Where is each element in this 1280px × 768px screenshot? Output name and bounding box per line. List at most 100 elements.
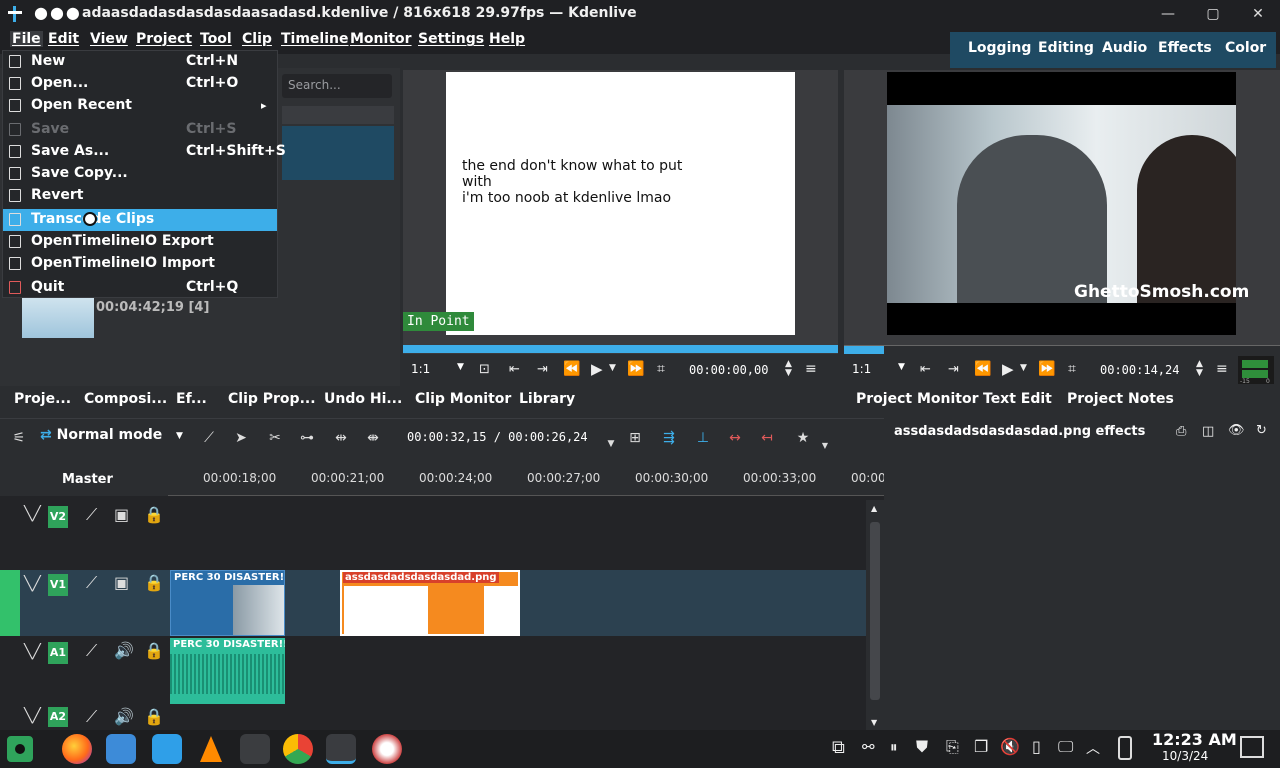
tray-expand-icon[interactable]: ︿ [1086, 738, 1100, 758]
game-icon[interactable] [372, 734, 402, 764]
project-zoom-select[interactable]: 1:1 ▼ [852, 362, 908, 376]
clip-monitor-progress[interactable] [403, 345, 838, 353]
file-menu-save-copy[interactable]: Save Copy... [3, 163, 277, 185]
effect-wand-icon[interactable]: ⟋ [86, 641, 97, 661]
play-menu-chevron-icon[interactable]: ▼ [1020, 363, 1027, 373]
phone-icon[interactable] [1118, 736, 1132, 760]
lock-icon[interactable]: 🔒 [144, 707, 164, 726]
menu-tool[interactable]: Tool [200, 31, 232, 47]
insert-icon[interactable]: ⇶ [658, 428, 680, 448]
tab-effects[interactable]: Ef... [176, 391, 207, 407]
film-icon[interactable]: ▣ [114, 505, 129, 524]
track-label-a1[interactable]: A1 [48, 642, 68, 664]
project-monitor-menu-icon[interactable]: ≡ [1216, 361, 1228, 377]
show-desktop-icon[interactable] [1240, 736, 1264, 758]
track-label-v1[interactable]: V1 [48, 574, 68, 596]
selection-tool-icon[interactable]: ➤ [230, 428, 252, 448]
crop-icon[interactable]: ⌗ [1068, 361, 1076, 377]
menu-edit[interactable]: Edit [48, 31, 79, 47]
collapse-chevron-icon[interactable]: ╲╱ [24, 576, 41, 592]
display-icon[interactable]: 🖵 [1058, 737, 1073, 757]
scroll-thumb[interactable] [870, 522, 880, 700]
shield-icon[interactable]: ⛊ [916, 737, 928, 757]
project-timecode[interactable]: 00:00:14,24 [1100, 363, 1179, 377]
tab-undo-history[interactable]: Undo Hi... [324, 391, 402, 407]
menu-clip[interactable]: Clip [242, 31, 272, 47]
compare-icon[interactable]: ◫ [1202, 424, 1214, 439]
track-settings-icon[interactable]: ⚟ [8, 428, 30, 448]
toolbar-more-chevron-icon[interactable]: ▼ [814, 436, 836, 456]
edit-mode-select[interactable]: ⇄ Normal mode ▼ [40, 427, 188, 447]
clip-timecode[interactable]: 00:00:00,00 [689, 363, 768, 377]
clipboard-icon[interactable]: ⎘ [946, 737, 959, 757]
extract-icon[interactable]: ↔ [724, 428, 746, 448]
clip-monitor-menu-icon[interactable]: ≡ [805, 361, 817, 377]
menu-timeline[interactable]: Timeline [281, 31, 349, 47]
set-out-icon[interactable]: ⇥ [948, 362, 959, 377]
film-icon[interactable]: ▣ [114, 573, 129, 592]
audio-clip[interactable]: PERC 30 DISASTER!!! [170, 638, 285, 704]
lock-icon[interactable]: 🔒 [144, 573, 164, 592]
firefox-icon[interactable] [62, 734, 92, 764]
file-menu-save[interactable]: Save Ctrl+S [3, 119, 277, 141]
set-in-icon[interactable]: ⇤ [509, 362, 520, 377]
close-icon[interactable]: ✕ [1248, 4, 1268, 24]
lock-icon[interactable]: 🔒 [144, 505, 164, 524]
menu-monitor[interactable]: Monitor [350, 31, 412, 47]
timecode-format-chevron-icon[interactable]: ▼ [600, 434, 622, 454]
crop-icon[interactable]: ⌗ [657, 361, 665, 377]
bin-selected-row[interactable] [282, 126, 394, 180]
start-menu-icon[interactable] [5, 734, 35, 764]
file-menu-new[interactable]: New Ctrl+N [3, 51, 277, 73]
razor-tool-icon[interactable]: ✂ [264, 428, 286, 448]
image-clip[interactable]: assdasdadsdasdasdad.png [340, 570, 520, 636]
rewind-icon[interactable]: ⏪ [563, 361, 580, 377]
timecode-spin-icon[interactable]: ▲ ▼ [785, 360, 792, 378]
tab-project-bin[interactable]: Proje... [14, 391, 71, 407]
collapse-chevron-icon[interactable]: ╲╱ [24, 506, 41, 522]
effect-wand-icon[interactable]: ⟋ [86, 573, 97, 593]
tab-clip-monitor[interactable]: Clip Monitor [415, 391, 511, 407]
eye-icon[interactable]: 👁 [1228, 423, 1245, 438]
effect-wand-icon[interactable]: ⟋ [86, 707, 97, 727]
tab-library[interactable]: Library [519, 391, 575, 407]
file-menu-revert[interactable]: Revert [3, 185, 277, 207]
workspace-logging[interactable]: Logging [968, 40, 1031, 56]
file-menu-otio-import[interactable]: OpenTimelineIO Import [3, 253, 277, 275]
forward-icon[interactable]: ⏩ [1038, 361, 1055, 377]
workspace-color[interactable]: Color [1225, 40, 1266, 56]
fit-zoom-icon[interactable]: ⊞ [624, 428, 646, 448]
workspace-editing[interactable]: Editing [1038, 40, 1094, 56]
collapse-chevron-icon[interactable]: ╲╱ [24, 644, 41, 660]
kde-connect-icon[interactable]: ⚯ [862, 738, 875, 756]
tab-compositions[interactable]: Composi... [84, 391, 167, 407]
menu-view[interactable]: View [90, 31, 128, 47]
tab-project-monitor[interactable]: Project Monitor [856, 391, 978, 407]
bin-clip-thumbnail[interactable] [22, 298, 94, 338]
menu-project[interactable]: Project [136, 31, 192, 47]
project-monitor-ruler[interactable] [844, 345, 1280, 354]
menu-settings[interactable]: Settings [418, 31, 484, 47]
project-monitor-frame[interactable]: GhettoSmosh.com [887, 72, 1249, 335]
scroll-up-icon[interactable]: ▲ [871, 504, 877, 513]
file-menu-open[interactable]: Open... Ctrl+O [3, 73, 277, 95]
notification-app-icon[interactable]: ⧉ [832, 737, 845, 758]
clock-time[interactable]: 12:23 AM [1152, 730, 1237, 749]
overwrite-icon[interactable]: ⊥ [692, 428, 714, 448]
file-menu-open-recent[interactable]: Open Recent ▸ [3, 95, 277, 117]
kdenlive-taskbar-icon[interactable] [326, 734, 356, 764]
system-settings-icon[interactable] [240, 734, 270, 764]
clock-date[interactable]: 10/3/24 [1162, 749, 1208, 763]
timeline-vertical-scrollbar[interactable]: ▲ ▼ [866, 500, 884, 730]
bin-search-input[interactable]: Search... [282, 74, 392, 98]
speaker-icon[interactable]: 🔊 [114, 707, 134, 726]
effect-wand-icon[interactable]: ⟋ [86, 505, 97, 525]
tab-clip-properties[interactable]: Clip Prop... [228, 391, 316, 407]
ripple-tool-icon[interactable]: ⇹ [330, 428, 352, 448]
play-icon[interactable]: ▶ [1002, 360, 1014, 378]
tab-project-notes[interactable]: Project Notes [1067, 391, 1174, 407]
file-manager-icon[interactable] [106, 734, 136, 764]
lock-icon[interactable]: 🔒 [144, 641, 164, 660]
forward-icon[interactable]: ⏩ [627, 361, 644, 377]
window-menu-dots-icon[interactable]: ●●● [34, 3, 82, 22]
